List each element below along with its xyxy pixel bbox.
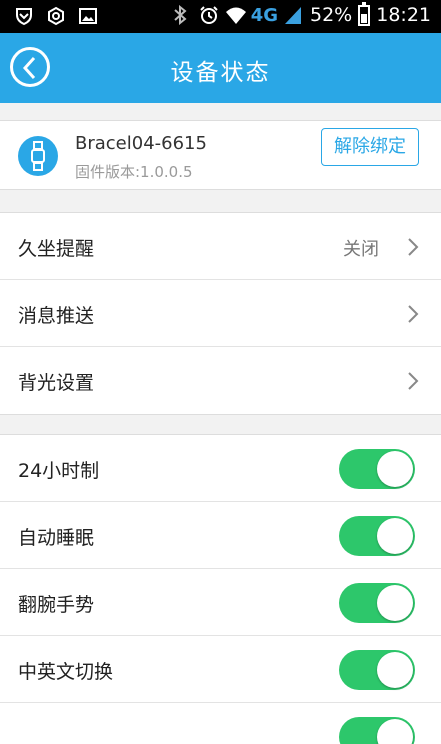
- device-name: Bracel04-6615: [75, 133, 207, 154]
- toggle-knob: [377, 652, 413, 688]
- clock-time: 18:21: [376, 4, 431, 26]
- image-icon: [78, 6, 98, 26]
- shield-icon: [14, 6, 34, 26]
- setting-sedentary-reminder[interactable]: 久坐提醒 关闭: [0, 213, 441, 280]
- bluetooth-icon: [173, 4, 193, 26]
- network-type-label: 4G: [250, 4, 278, 26]
- status-bar: 4G 52% 18:21: [0, 0, 441, 33]
- wifi-icon: [225, 5, 246, 25]
- toggle-partial[interactable]: [339, 717, 415, 744]
- setting-message-push[interactable]: 消息推送: [0, 280, 441, 347]
- setting-label: 消息推送: [18, 305, 95, 327]
- battery-percent: 52%: [310, 4, 353, 26]
- settings-nav-group: 久坐提醒 关闭 消息推送 背光设置: [0, 212, 441, 415]
- toggle-auto-sleep[interactable]: [339, 516, 415, 556]
- setting-label: 中英文切换: [18, 661, 114, 683]
- setting-label: 久坐提醒: [18, 238, 95, 260]
- battery-icon: [358, 1, 371, 26]
- unbind-button[interactable]: 解除绑定: [321, 128, 419, 166]
- chevron-right-icon: [408, 305, 419, 323]
- toggle-knob: [377, 719, 413, 744]
- setting-wrist-gesture: 翻腕手势: [0, 569, 441, 636]
- setting-auto-sleep: 自动睡眠: [0, 502, 441, 569]
- toggle-24-hour[interactable]: [339, 449, 415, 489]
- firmware-version: 固件版本:1.0.0.5: [75, 163, 193, 181]
- chevron-right-icon: [408, 372, 419, 390]
- setting-24-hour: 24小时制: [0, 435, 441, 502]
- setting-label: 翻腕手势: [18, 594, 95, 616]
- toggle-knob: [377, 518, 413, 554]
- chevron-right-icon: [408, 238, 419, 256]
- toggle-wrist-gesture[interactable]: [339, 583, 415, 623]
- setting-partial-row: [0, 703, 441, 744]
- toggle-knob: [377, 585, 413, 621]
- setting-label: 24小时制: [18, 460, 100, 482]
- setting-label: 自动睡眠: [18, 527, 95, 549]
- cell-signal-icon: [284, 5, 304, 25]
- watch-icon: [18, 136, 58, 176]
- setting-language-switch: 中英文切换: [0, 636, 441, 703]
- alarm-icon: [199, 5, 219, 25]
- page-title: 设备状态: [170, 60, 271, 86]
- setting-backlight[interactable]: 背光设置: [0, 347, 441, 414]
- toggle-language-switch[interactable]: [339, 650, 415, 690]
- setting-value: 关闭: [343, 239, 379, 260]
- setting-label: 背光设置: [18, 372, 95, 394]
- hexagon-icon: [46, 6, 66, 26]
- toggle-knob: [377, 451, 413, 487]
- app-header: 设备状态: [0, 33, 441, 103]
- settings-toggle-group: 24小时制 自动睡眠 翻腕手势 中英文切换: [0, 434, 441, 744]
